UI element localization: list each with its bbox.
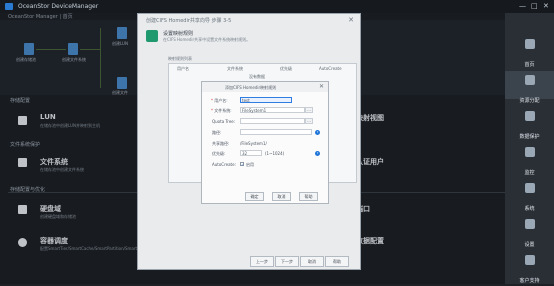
support-icon (524, 255, 535, 265)
rail-home[interactable]: 首页 (505, 35, 554, 68)
filesystem-input[interactable]: FileSystem1 (240, 107, 305, 113)
dialog-close-button[interactable]: ✕ (319, 83, 324, 90)
username-label: * 用户名: (211, 98, 228, 103)
window-title: OceanStor DeviceManager (18, 3, 99, 10)
ok-button[interactable]: 确定 (245, 192, 264, 201)
dialog-cancel-button[interactable]: 取消 (272, 192, 291, 201)
column-header[interactable]: AutoCreate (319, 66, 342, 71)
rail-monitor[interactable]: 监控 (505, 143, 554, 176)
filesystem-label: * 文件系统: (211, 108, 232, 113)
gear-icon (524, 219, 535, 229)
wizard-close-button[interactable]: ✕ (348, 16, 354, 24)
column-header[interactable]: 用户名 (177, 66, 189, 72)
wizard-step-icon (146, 30, 158, 42)
next-button[interactable]: 下一步 (275, 256, 299, 267)
right-nav-rail: 首页 资源分配 数据保护 监控 系统 设置 客户支持 (505, 13, 554, 284)
rail-protection[interactable]: 数据保护 (505, 107, 554, 140)
help-button[interactable]: 帮助 (325, 256, 349, 267)
path-help-icon[interactable]: ? (315, 130, 320, 135)
monitor-icon (524, 147, 535, 157)
share-path-value: /FileSystem1/ (240, 141, 267, 146)
priority-input[interactable]: 32 (240, 150, 262, 156)
rule-list-label: 映射规则列表 (168, 56, 192, 61)
empty-text: 没有数据 (249, 74, 265, 79)
path-label: 路径: (212, 130, 222, 135)
autocreate-checkbox[interactable]: ✓ (240, 162, 244, 167)
wizard-subheader: 在CIFS Homedir共享中设置文件系统映射规则。 (163, 37, 251, 42)
close-window-button[interactable]: ✕ (543, 2, 549, 10)
window-titlebar: OceanStor DeviceManager — □ ✕ (0, 0, 554, 13)
quota-tree-label: Quota Tree: (212, 119, 236, 124)
app-logo-icon (5, 3, 13, 10)
quota-tree-browse-button[interactable]: ... (305, 118, 313, 124)
maximize-button[interactable]: □ (531, 2, 538, 10)
rail-support[interactable]: 客户支持 (505, 251, 554, 284)
rail-system[interactable]: 系统 (505, 179, 554, 212)
path-input[interactable] (240, 129, 312, 135)
minimize-button[interactable]: — (519, 2, 526, 10)
share-path-label: 共享路径: (212, 141, 230, 146)
system-icon (524, 183, 535, 193)
priority-label: 优先级: (212, 151, 226, 156)
add-rule-dialog: 添加CIFS Homedir映射规则 ✕ * 用户名: test * 文件系统:… (201, 81, 329, 204)
dialog-title: 添加CIFS Homedir映射规则 (225, 85, 277, 90)
username-input[interactable]: test (240, 97, 292, 103)
filesystem-browse-button[interactable]: ... (305, 107, 313, 113)
priority-help-icon[interactable]: ? (315, 151, 320, 156)
column-header[interactable]: 优先级 (280, 66, 292, 72)
cancel-button[interactable]: 取消 (300, 256, 324, 267)
quota-tree-input[interactable] (240, 118, 305, 124)
autocreate-checkbox-label[interactable]: 启用 (246, 162, 254, 168)
home-icon (524, 39, 535, 49)
priority-hint: (1~1024) (265, 151, 285, 156)
shield-icon (524, 111, 535, 121)
dialog-help-button[interactable]: 帮助 (299, 192, 318, 201)
prev-button[interactable]: 上一步 (250, 256, 274, 267)
provision-icon (524, 75, 535, 85)
rail-settings[interactable]: 设置 (505, 215, 554, 248)
wizard-header: 设置映射规则 (163, 31, 194, 37)
rail-provisioning[interactable]: 资源分配 (505, 71, 554, 104)
wizard-title: 创建CIFS Homedir共享向导 步骤 3-5 (146, 18, 232, 24)
autocreate-label: AutoCreate: (212, 162, 236, 167)
column-header[interactable]: 文件系统 (227, 66, 243, 72)
